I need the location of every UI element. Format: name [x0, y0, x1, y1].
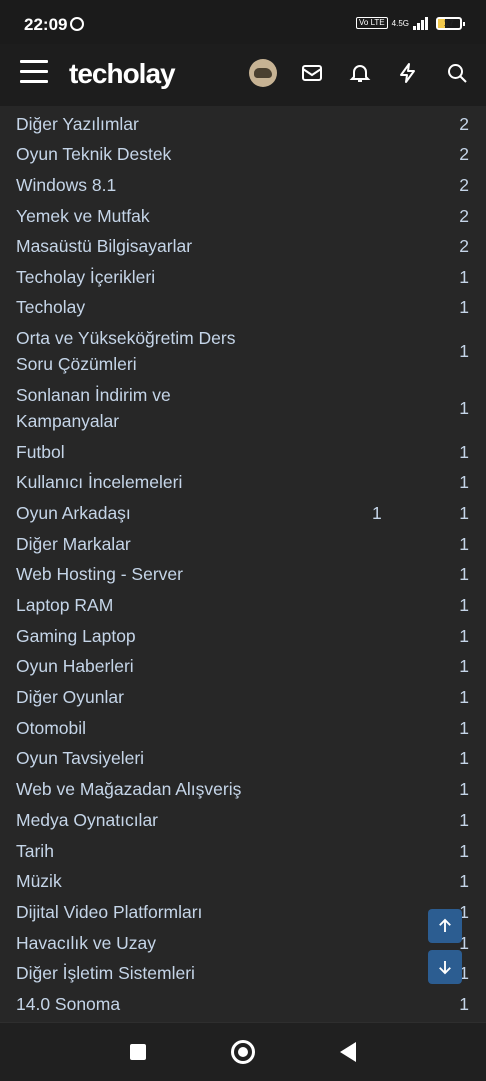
- recents-button[interactable]: [130, 1044, 146, 1060]
- battery-level: 17: [443, 17, 454, 28]
- list-item-name[interactable]: Medya Oynatıcılar: [16, 807, 158, 833]
- list-item-count: 1: [459, 341, 469, 361]
- scroll-top-button[interactable]: [428, 909, 462, 943]
- list-item-name[interactable]: Windows 8.1: [16, 172, 116, 198]
- battery-icon: 17: [436, 16, 465, 30]
- list-item-name[interactable]: Techolay İçerikleri: [16, 264, 155, 290]
- site-logo[interactable]: techolay: [69, 58, 176, 90]
- list-item-count: 2: [459, 175, 469, 195]
- list-item-mid-count: 1: [372, 503, 382, 523]
- status-bar: 22:09 Vo LTE 4.5G 17: [0, 0, 486, 44]
- network-type: 4.5G: [391, 18, 409, 28]
- list-item-name[interactable]: Masaüstü Bilgisayarlar: [16, 233, 192, 259]
- list-item-count: 1: [459, 626, 469, 646]
- list-item-name[interactable]: Yemek ve Mutfak: [16, 203, 150, 229]
- list-item-name[interactable]: Web Hosting - Server: [16, 561, 183, 587]
- status-time: 22:09: [24, 15, 68, 34]
- scroll-bottom-button[interactable]: [428, 950, 462, 984]
- list-item-name[interactable]: Havacılık ve Uzay: [16, 930, 156, 956]
- list-item-name[interactable]: Oyun Arkadaşı: [16, 500, 131, 526]
- system-navigation-bar: [0, 1022, 486, 1081]
- list-item-count: 1: [459, 503, 469, 523]
- list-item-name[interactable]: Otomobil: [16, 715, 86, 741]
- list-item-count: 1: [459, 267, 469, 287]
- list-item-count: 1: [459, 564, 469, 584]
- list-item-name[interactable]: Web ve Mağazadan Alışveriş: [16, 776, 241, 802]
- back-button[interactable]: [340, 1042, 356, 1062]
- list-item-count: 2: [459, 144, 469, 164]
- arrow-up-icon: [439, 918, 451, 932]
- list-item-count: 1: [459, 656, 469, 676]
- list-item-count: 2: [459, 114, 469, 134]
- list-item-name[interactable]: Diğer Oyunlar: [16, 684, 124, 710]
- list-item-count: 1: [459, 994, 469, 1014]
- list-item-count: 1: [459, 534, 469, 554]
- list-item-count: 1: [459, 748, 469, 768]
- list-item-count: 1: [459, 810, 469, 830]
- list-item-name[interactable]: Techolay: [16, 294, 85, 320]
- list-item-count: 1: [459, 687, 469, 707]
- list-item-count: 1: [459, 595, 469, 615]
- list-item-name[interactable]: Laptop RAM: [16, 592, 113, 618]
- hamburger-menu-icon[interactable]: [20, 60, 48, 84]
- list-item-name[interactable]: Diğer Markalar: [16, 531, 131, 557]
- app-notification-icon: [70, 17, 84, 31]
- bell-icon[interactable]: [348, 61, 372, 85]
- list-item-name[interactable]: Dijital Video Platformları: [16, 899, 202, 925]
- list-item-name-line2[interactable]: Kampanyalar: [16, 408, 119, 434]
- site-header: techolay: [0, 44, 486, 106]
- signal-icon: [413, 16, 428, 30]
- list-item-name[interactable]: Oyun Teknik Destek: [16, 141, 171, 167]
- status-indicators: Vo LTE 4.5G 17: [356, 14, 465, 32]
- list-item-name[interactable]: Oyun Haberleri: [16, 653, 134, 679]
- list-item-name[interactable]: Kullanıcı İncelemeleri: [16, 469, 182, 495]
- list-item-name[interactable]: Oyun Tavsiyeleri: [16, 745, 144, 771]
- arrow-down-icon: [439, 961, 451, 975]
- list-item-name[interactable]: 14.0 Sonoma: [16, 991, 120, 1017]
- list-item-count: 1: [459, 779, 469, 799]
- list-item-name[interactable]: Diğer İşletim Sistemleri: [16, 960, 195, 986]
- home-button[interactable]: [231, 1040, 255, 1064]
- list-item-name[interactable]: Gaming Laptop: [16, 623, 136, 649]
- list-item-name[interactable]: Diğer Yazılımlar: [16, 111, 139, 137]
- list-item-name[interactable]: Futbol: [16, 439, 65, 465]
- lightning-icon[interactable]: [396, 61, 420, 85]
- mail-icon[interactable]: [300, 61, 324, 85]
- list-item-name[interactable]: Tarih: [16, 838, 54, 864]
- list-item-count: 1: [459, 442, 469, 462]
- list-item-name-line2[interactable]: Soru Çözümleri: [16, 351, 137, 377]
- list-item-count: 1: [459, 871, 469, 891]
- list-item-count: 1: [459, 297, 469, 317]
- list-item-count: 1: [459, 841, 469, 861]
- list-item-name[interactable]: Sonlanan İndirim ve: [16, 382, 171, 408]
- search-icon[interactable]: [445, 61, 469, 85]
- list-item-count: 1: [459, 472, 469, 492]
- list-item-count: 1: [459, 398, 469, 418]
- list-item-name[interactable]: Müzik: [16, 868, 62, 894]
- list-item-name[interactable]: Orta ve Yükseköğretim Ders: [16, 325, 235, 351]
- volte-icon: Vo LTE: [356, 17, 388, 29]
- list-item-count: 2: [459, 236, 469, 256]
- list-item-count: 1: [459, 718, 469, 738]
- list-item-count: 2: [459, 206, 469, 226]
- avatar[interactable]: [249, 59, 277, 87]
